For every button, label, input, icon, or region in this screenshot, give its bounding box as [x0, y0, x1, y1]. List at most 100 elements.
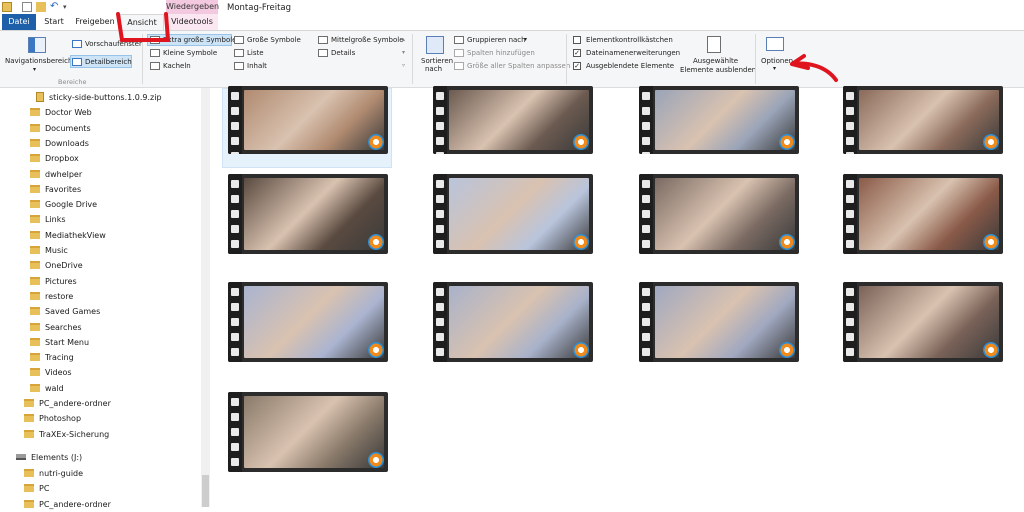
film-hole	[231, 92, 239, 100]
navigationsbereich-button[interactable]: Navigationsbereich	[5, 57, 72, 65]
video-frame	[859, 178, 999, 250]
detailbereich-button[interactable]: Detailbereich	[85, 58, 132, 66]
sidebar-item[interactable]: Dropbox	[30, 151, 79, 166]
sidebar-item[interactable]: MediathekView	[30, 228, 106, 243]
layout-scroll-up-icon[interactable]: ▴	[402, 36, 405, 43]
sidebar-item[interactable]: Photoshop	[24, 411, 81, 426]
video-thumbnail[interactable]	[843, 174, 1003, 254]
layout-list[interactable]: Liste	[247, 49, 264, 57]
sidebar-item[interactable]: PC_andere-ordner	[24, 497, 111, 512]
ausgewaehlte-elemente-button[interactable]: Ausgewählte	[693, 57, 738, 65]
video-thumbnail[interactable]	[433, 174, 593, 254]
properties-icon[interactable]	[22, 2, 32, 12]
sidebar-item[interactable]: OneDrive	[30, 258, 83, 273]
video-thumbnail[interactable]	[639, 282, 799, 362]
layout-scroll-down-icon[interactable]: ▾	[402, 49, 405, 56]
sidebar-item-label: PC	[39, 484, 50, 494]
groesse-spalten-anpassen-button[interactable]: Größe aller Spalten anpassen	[467, 62, 570, 70]
tab-datei[interactable]: Datei	[2, 14, 36, 30]
video-thumbnail[interactable]	[228, 282, 388, 362]
sidebar-item[interactable]: Start Menu	[30, 335, 89, 350]
sidebar-item[interactable]: restore	[30, 289, 73, 304]
film-hole	[846, 210, 854, 218]
sidebar-item[interactable]: Pictures	[30, 274, 77, 289]
layout-tiles[interactable]: Kacheln	[163, 62, 191, 70]
video-thumbnail[interactable]	[639, 86, 799, 154]
sortieren-button-line2[interactable]: nach	[425, 65, 442, 73]
film-hole	[436, 107, 444, 115]
ausgeblendete-elemente-checkbox[interactable]: ✓	[573, 62, 581, 70]
nav-scrollbar-thumb[interactable]	[202, 475, 209, 507]
sidebar-item-label: Favorites	[45, 184, 82, 194]
sidebar-item[interactable]: Elements (J:)	[16, 450, 82, 465]
navigation-pane-icon[interactable]	[28, 37, 46, 53]
options-icon[interactable]	[766, 37, 784, 51]
tab-start[interactable]: Start	[40, 14, 68, 30]
video-thumbnail[interactable]	[433, 86, 593, 154]
layout-small-icons[interactable]: Kleine Symbole	[163, 49, 217, 57]
sidebar-item[interactable]: Google Drive	[30, 197, 97, 212]
layout-content[interactable]: Inhalt	[247, 62, 267, 70]
sidebar-item[interactable]: dwhelper	[30, 167, 82, 182]
sidebar-item[interactable]: Documents	[30, 121, 91, 136]
group-by-icon	[454, 36, 464, 44]
gruppieren-nach-button[interactable]: Gruppieren nach	[467, 36, 526, 44]
sidebar-item[interactable]: Saved Games	[30, 304, 100, 319]
sidebar-item[interactable]: Links	[30, 212, 66, 227]
layout-medium-icons[interactable]: Mittelgroße Symbole	[331, 36, 404, 44]
video-thumbnail[interactable]	[433, 282, 593, 362]
layout-large-icons[interactable]: Große Symbole	[247, 36, 301, 44]
nav-scrollbar[interactable]	[201, 88, 210, 507]
video-thumbnail[interactable]	[228, 86, 388, 154]
sidebar-item[interactable]: Videos	[30, 365, 72, 380]
film-hole	[642, 107, 650, 115]
video-frame	[859, 90, 999, 150]
sidebar-item[interactable]: TraXEx-Sicherung	[24, 427, 109, 442]
sidebar-item[interactable]: Favorites	[30, 182, 81, 197]
layout-details[interactable]: Details	[331, 49, 355, 57]
annotation-arrow	[790, 54, 838, 82]
ausgewaehlte-elemente-button-line2[interactable]: Elemente ausblenden	[680, 66, 756, 74]
preview-pane-icon	[72, 40, 82, 48]
dateinamenerweiterungen-checkbox[interactable]: ✓	[573, 49, 581, 57]
hide-selected-icon[interactable]	[707, 36, 721, 53]
undo-icon[interactable]: ↶	[50, 1, 58, 12]
sidebar-item[interactable]: PC	[24, 481, 49, 496]
video-thumbnail[interactable]	[843, 282, 1003, 362]
sidebar-item[interactable]: wald	[30, 381, 64, 396]
film-hole	[436, 348, 444, 356]
media-player-icon	[573, 234, 589, 250]
chevron-down-icon[interactable]: ▾	[773, 65, 776, 72]
video-thumbnail[interactable]	[228, 392, 388, 472]
film-hole	[846, 288, 854, 296]
sidebar-item[interactable]: nutri-guide	[24, 466, 83, 481]
ausgeblendete-elemente-label: Ausgeblendete Elemente	[586, 62, 675, 70]
film-hole	[231, 122, 239, 130]
sidebar-item[interactable]: Tracing	[30, 350, 74, 365]
spalten-hinzufuegen-button[interactable]: Spalten hinzufügen	[467, 49, 535, 57]
sidebar-item[interactable]: sticky-side-buttons.1.0.9.zip	[36, 90, 162, 105]
film-hole	[642, 225, 650, 233]
sort-icon[interactable]	[426, 36, 444, 54]
sidebar-item[interactable]: Downloads	[30, 136, 89, 151]
film-hole	[846, 137, 854, 145]
film-hole	[642, 333, 650, 341]
sidebar-item[interactable]: Doctor Web	[30, 105, 92, 120]
sidebar-item[interactable]: PC_andere-ordner	[24, 396, 111, 411]
sortieren-button[interactable]: Sortieren	[421, 57, 453, 65]
layout-expand-icon[interactable]: ▿	[402, 62, 405, 69]
sidebar-item[interactable]: Music	[30, 243, 68, 258]
video-thumbnail[interactable]	[843, 86, 1003, 154]
film-hole	[642, 240, 650, 248]
media-player-icon	[779, 134, 795, 150]
sidebar-item[interactable]: Searches	[30, 320, 82, 335]
elementkontrollkaestchen-checkbox[interactable]	[573, 36, 581, 44]
new-folder-icon[interactable]	[36, 2, 46, 12]
video-thumbnail[interactable]	[639, 174, 799, 254]
customize-quick-access-icon[interactable]: ▾	[63, 3, 67, 11]
chevron-down-icon[interactable]: ▾	[33, 66, 36, 73]
chevron-down-icon[interactable]: ▾	[524, 36, 527, 43]
video-frame	[859, 286, 999, 358]
video-thumbnail[interactable]	[228, 174, 388, 254]
folder-icon	[24, 414, 34, 423]
